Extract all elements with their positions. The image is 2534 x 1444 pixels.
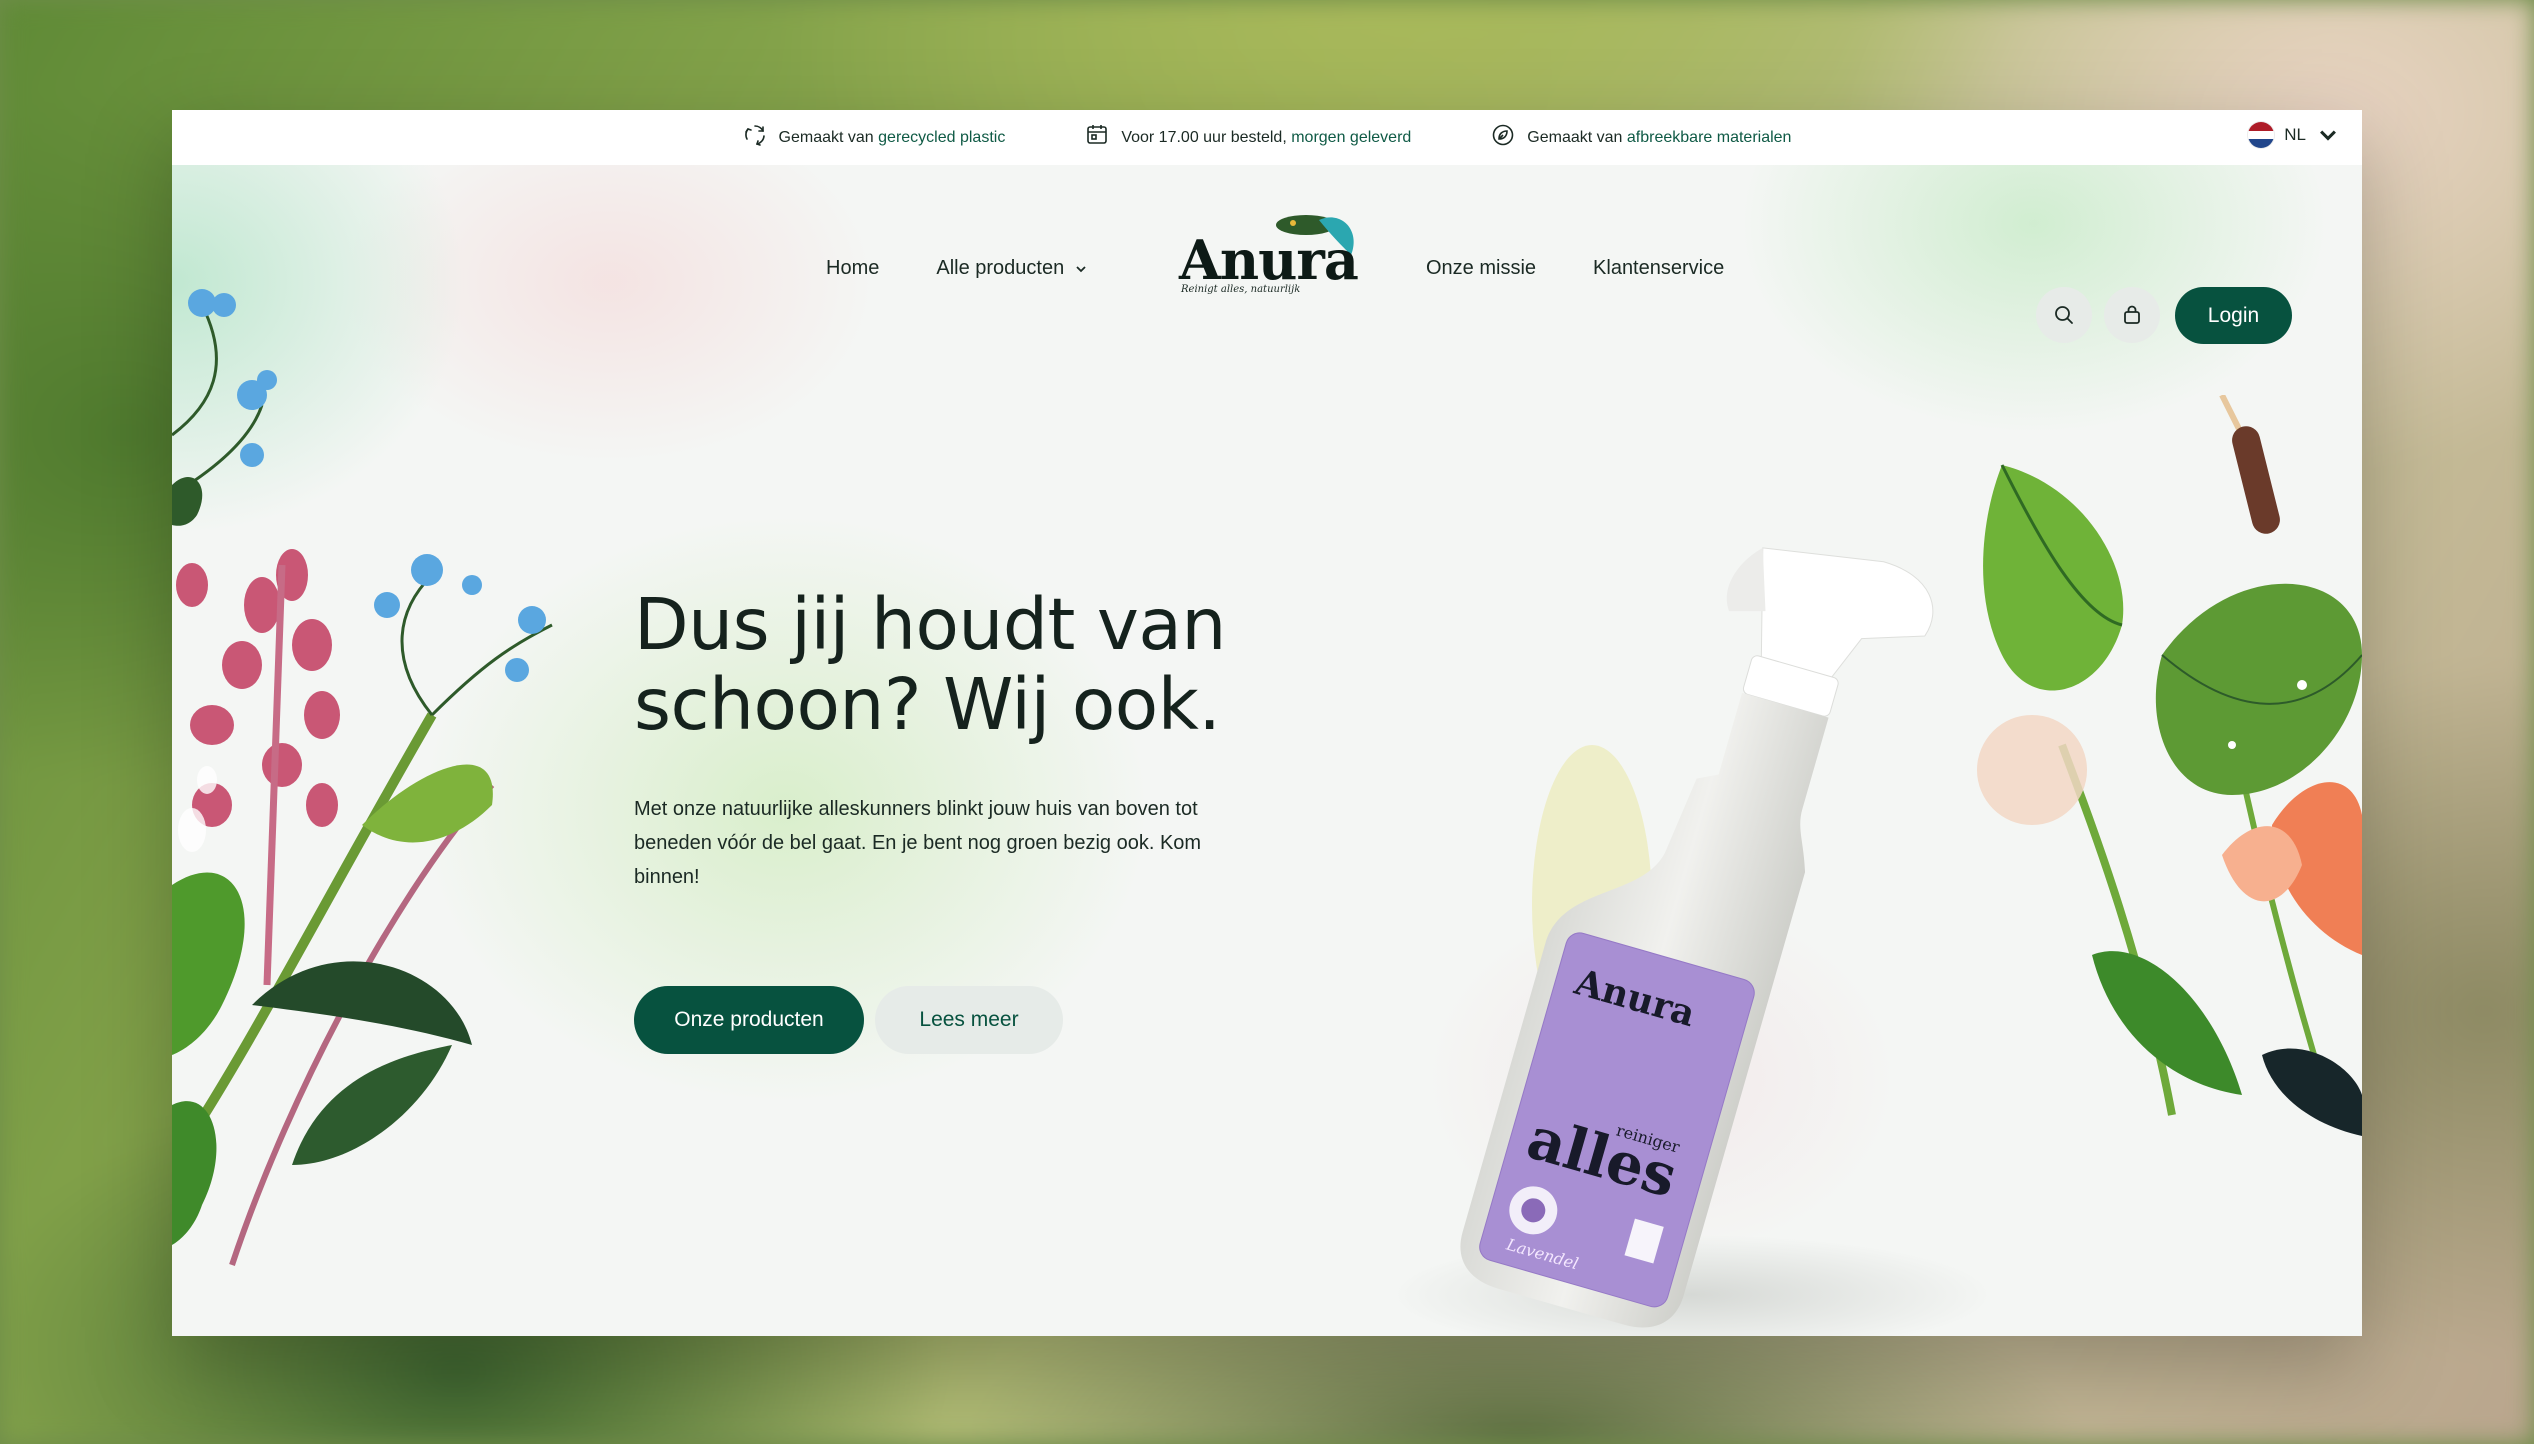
usp-bar: Gemaakt van gerecycled plastic Voor 17.0… (172, 110, 2362, 165)
usp-text: Gemaakt van (778, 128, 874, 146)
nav-service[interactable]: Klantenservice (1593, 257, 1724, 280)
usp-text: Voor 17.00 uur besteld, (1121, 128, 1287, 146)
nav-home[interactable]: Home (826, 257, 879, 280)
search-button[interactable] (2036, 287, 2092, 343)
leaf-icon (1491, 123, 1515, 152)
floral-illustration-left (172, 289, 553, 1266)
language-selector[interactable]: NL (2248, 122, 2340, 148)
headline-line-2: schoon? Wij ook. (634, 663, 1221, 746)
our-products-button[interactable]: Onze producten (634, 986, 864, 1054)
bag-icon (2124, 305, 2140, 324)
hero-headline: Dus jij houdt van schoon? Wij ook. (634, 585, 1334, 745)
hero-section: Home Alle producten Anura Reinigt alles,… (172, 165, 2362, 1336)
usp-highlight: gerecycled plastic (878, 128, 1006, 146)
logo-tagline: Reinigt alles, natuurlijk (1181, 284, 1301, 295)
chevron-down-icon (1076, 265, 1086, 272)
cart-button[interactable] (2104, 287, 2160, 343)
language-label: NL (2284, 125, 2306, 144)
hero-intro: Met onze natuurlijke alleskunners blinkt… (634, 798, 1202, 888)
main-navigation: Home Alle producten Anura Reinigt alles,… (172, 165, 2362, 355)
chevron-down-icon (2320, 130, 2336, 141)
nav-products-label: Alle producten (936, 257, 1065, 279)
nav-right: Onze missie Klantenservice (1426, 257, 1724, 280)
login-button[interactable]: Login (2175, 287, 2292, 344)
nav-products[interactable]: Alle producten (936, 257, 1088, 280)
usp-recycled: Gemaakt van gerecycled plastic (743, 123, 1006, 152)
foliage-illustration-right (1977, 395, 2362, 1136)
brand-logo[interactable]: Anura Reinigt alles, natuurlijk (1179, 210, 1364, 300)
usp-highlight: morgen geleverd (1291, 128, 1412, 146)
flag-nl-icon (2248, 122, 2275, 148)
delivery-icon (1085, 123, 1109, 152)
usp-delivery: Voor 17.00 uur besteld, morgen geleverd (1085, 123, 1411, 152)
usp-text: Gemaakt van (1527, 128, 1623, 146)
recycle-icon (743, 123, 767, 152)
usp-highlight: afbreekbare materialen (1626, 128, 1792, 146)
search-icon (2055, 306, 2073, 324)
logo-wordmark: Anura (1179, 228, 1359, 292)
nav-mission[interactable]: Onze missie (1426, 257, 1536, 280)
read-more-button[interactable]: Lees meer (875, 986, 1063, 1054)
headline-line-1: Dus jij houdt van (634, 583, 1226, 666)
product-spray-bottle: Anura reiniger alles Lavendel (1392, 547, 1992, 1336)
website-frame: Gemaakt van gerecycled plastic Voor 17.0… (172, 110, 2362, 1336)
nav-left: Home Alle producten (826, 257, 1088, 280)
usp-biodegradable: Gemaakt van afbreekbare materialen (1491, 123, 1791, 152)
